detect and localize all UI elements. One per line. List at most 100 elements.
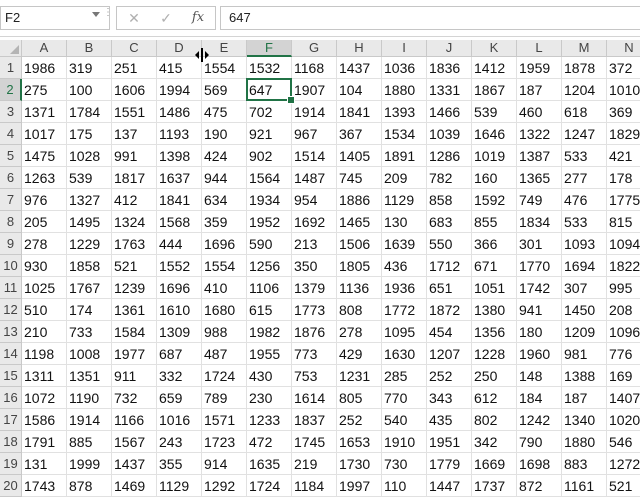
cell-b18[interactable]: 885 [67, 431, 112, 453]
cell-j12[interactable]: 1872 [427, 299, 472, 321]
row-header-6[interactable]: 6 [0, 167, 22, 189]
cell-b1[interactable]: 319 [67, 57, 112, 79]
cell-k16[interactable]: 612 [472, 387, 517, 409]
column-header-m[interactable]: M [562, 40, 607, 57]
cell-n3[interactable]: 369 [607, 101, 640, 123]
cell-d15[interactable]: 332 [157, 365, 202, 387]
cell-j17[interactable]: 435 [427, 409, 472, 431]
cell-c8[interactable]: 1324 [112, 211, 157, 233]
cell-e12[interactable]: 1680 [202, 299, 247, 321]
cell-l2[interactable]: 187 [517, 79, 562, 101]
cell-h1[interactable]: 1437 [337, 57, 382, 79]
cell-f14[interactable]: 1955 [247, 343, 292, 365]
cell-e13[interactable]: 988 [202, 321, 247, 343]
column-header-l[interactable]: L [517, 40, 562, 57]
cell-b15[interactable]: 1351 [67, 365, 112, 387]
cell-b16[interactable]: 1190 [67, 387, 112, 409]
cell-i15[interactable]: 285 [382, 365, 427, 387]
cell-f10[interactable]: 1256 [247, 255, 292, 277]
cell-h9[interactable]: 1506 [337, 233, 382, 255]
cell-a2[interactable]: 275 [22, 79, 67, 101]
cell-d7[interactable]: 1841 [157, 189, 202, 211]
cell-a1[interactable]: 1986 [22, 57, 67, 79]
cell-j16[interactable]: 343 [427, 387, 472, 409]
cell-n13[interactable]: 1096 [607, 321, 640, 343]
cell-m13[interactable]: 1209 [562, 321, 607, 343]
cell-m8[interactable]: 533 [562, 211, 607, 233]
cell-j3[interactable]: 1466 [427, 101, 472, 123]
cell-a15[interactable]: 1311 [22, 365, 67, 387]
cell-g7[interactable]: 954 [292, 189, 337, 211]
cell-i4[interactable]: 1534 [382, 123, 427, 145]
cell-j8[interactable]: 683 [427, 211, 472, 233]
row-header-16[interactable]: 16 [0, 387, 22, 409]
cell-e16[interactable]: 789 [202, 387, 247, 409]
cell-j13[interactable]: 454 [427, 321, 472, 343]
chevron-down-icon[interactable] [92, 12, 100, 17]
cell-n20[interactable]: 521 [607, 475, 640, 497]
cell-a3[interactable]: 1371 [22, 101, 67, 123]
row-header-11[interactable]: 11 [0, 277, 22, 299]
cell-d14[interactable]: 687 [157, 343, 202, 365]
row-header-20[interactable]: 20 [0, 475, 22, 497]
cell-a7[interactable]: 976 [22, 189, 67, 211]
cell-g17[interactable]: 1837 [292, 409, 337, 431]
cell-m16[interactable]: 187 [562, 387, 607, 409]
cell-c12[interactable]: 1361 [112, 299, 157, 321]
cell-h15[interactable]: 1231 [337, 365, 382, 387]
cell-c19[interactable]: 1437 [112, 453, 157, 475]
cell-f3[interactable]: 702 [247, 101, 292, 123]
cell-m10[interactable]: 1694 [562, 255, 607, 277]
cell-n12[interactable]: 208 [607, 299, 640, 321]
cell-k18[interactable]: 342 [472, 431, 517, 453]
cell-g2[interactable]: 1907 [292, 79, 337, 101]
row-header-12[interactable]: 12 [0, 299, 22, 321]
cell-e15[interactable]: 1724 [202, 365, 247, 387]
cell-n15[interactable]: 169 [607, 365, 640, 387]
cell-b8[interactable]: 1495 [67, 211, 112, 233]
row-header-18[interactable]: 18 [0, 431, 22, 453]
cell-j14[interactable]: 1207 [427, 343, 472, 365]
cell-c6[interactable]: 1817 [112, 167, 157, 189]
cell-b5[interactable]: 1028 [67, 145, 112, 167]
cell-b17[interactable]: 1914 [67, 409, 112, 431]
cell-h10[interactable]: 1805 [337, 255, 382, 277]
cell-e8[interactable]: 359 [202, 211, 247, 233]
cell-l19[interactable]: 1698 [517, 453, 562, 475]
cell-a4[interactable]: 1017 [22, 123, 67, 145]
cell-e11[interactable]: 410 [202, 277, 247, 299]
cell-m18[interactable]: 1880 [562, 431, 607, 453]
cell-c15[interactable]: 911 [112, 365, 157, 387]
cell-h13[interactable]: 278 [337, 321, 382, 343]
cell-k13[interactable]: 1356 [472, 321, 517, 343]
cell-j7[interactable]: 858 [427, 189, 472, 211]
cell-n19[interactable]: 1272 [607, 453, 640, 475]
cell-b12[interactable]: 174 [67, 299, 112, 321]
cell-a8[interactable]: 205 [22, 211, 67, 233]
cell-i20[interactable]: 110 [382, 475, 427, 497]
cell-f19[interactable]: 1635 [247, 453, 292, 475]
cell-e18[interactable]: 1723 [202, 431, 247, 453]
cell-j2[interactable]: 1331 [427, 79, 472, 101]
cell-b20[interactable]: 878 [67, 475, 112, 497]
cell-b4[interactable]: 175 [67, 123, 112, 145]
cell-h11[interactable]: 1136 [337, 277, 382, 299]
cell-f15[interactable]: 430 [247, 365, 292, 387]
cell-k9[interactable]: 366 [472, 233, 517, 255]
cell-c17[interactable]: 1166 [112, 409, 157, 431]
cell-h12[interactable]: 808 [337, 299, 382, 321]
cell-k3[interactable]: 539 [472, 101, 517, 123]
cell-e6[interactable]: 944 [202, 167, 247, 189]
cell-m11[interactable]: 307 [562, 277, 607, 299]
cell-m7[interactable]: 476 [562, 189, 607, 211]
cell-a18[interactable]: 1791 [22, 431, 67, 453]
row-header-5[interactable]: 5 [0, 145, 22, 167]
cell-g20[interactable]: 1184 [292, 475, 337, 497]
cell-d9[interactable]: 444 [157, 233, 202, 255]
cell-g3[interactable]: 1914 [292, 101, 337, 123]
cell-m12[interactable]: 1450 [562, 299, 607, 321]
cell-j1[interactable]: 1836 [427, 57, 472, 79]
cell-l20[interactable]: 872 [517, 475, 562, 497]
cell-l18[interactable]: 790 [517, 431, 562, 453]
check-icon[interactable]: ✓ [153, 7, 179, 29]
